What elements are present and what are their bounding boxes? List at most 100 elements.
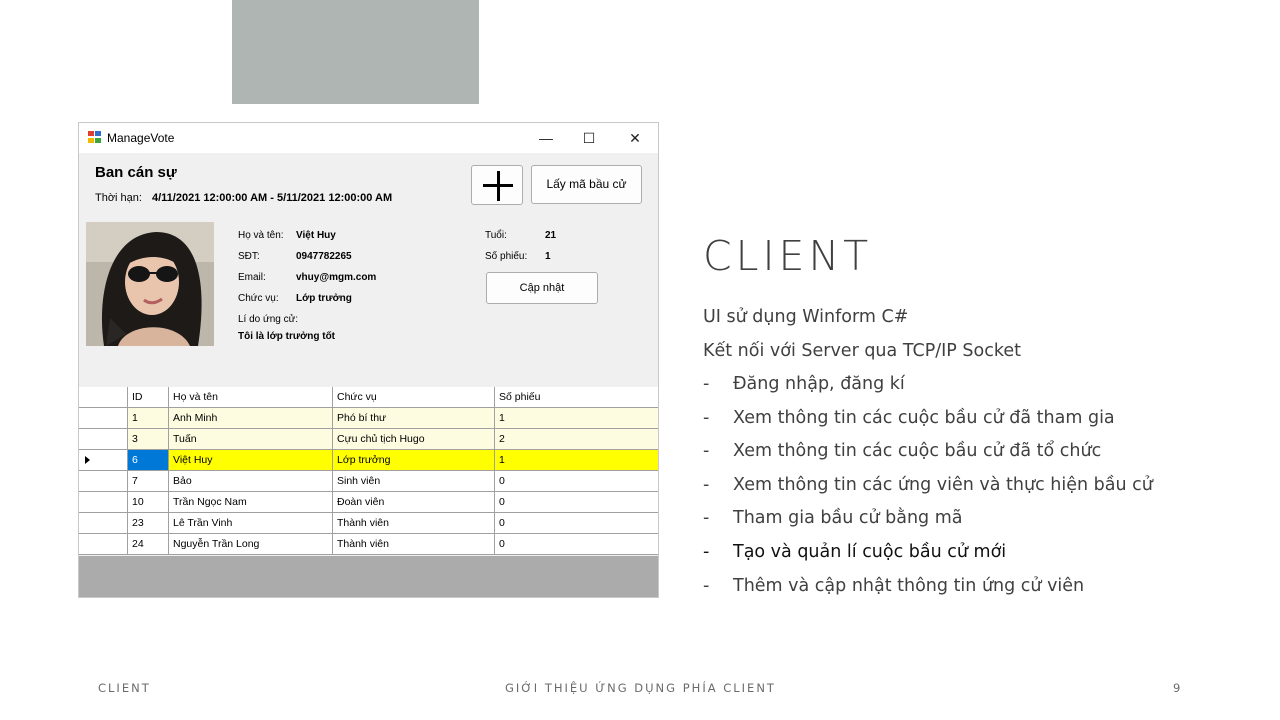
column-header[interactable]: Chức vụ — [333, 387, 495, 408]
table-cell-name[interactable]: Bảo — [169, 471, 333, 492]
table-row[interactable]: 10 Trần Ngọc Nam Đoàn viên 0 — [79, 492, 658, 513]
manage-vote-window: ManageVote — ☐ ✕ Ban cán sự Thời hạn: 4/… — [78, 122, 659, 598]
table-cell-id[interactable]: 7 — [128, 471, 169, 492]
column-header[interactable]: ID — [128, 387, 169, 408]
table-header: ID Họ và tên Chức vụ Số phiếu — [79, 387, 658, 408]
table-cell-votes[interactable]: 0 — [495, 471, 658, 492]
bullet-dash: - — [703, 508, 710, 529]
feature-bullet: - Tạo và quản lí cuộc bầu cử mới — [703, 542, 1006, 562]
table-cell-id[interactable]: 1 — [128, 408, 169, 429]
age-label: Tuổi: — [485, 230, 507, 241]
table-cell-position[interactable]: Thành viên — [333, 534, 495, 555]
email-label: Email: — [238, 272, 266, 283]
column-header[interactable]: Họ và tên — [169, 387, 333, 408]
name-value: Việt Huy — [296, 230, 336, 241]
table-cell-id[interactable]: 24 — [128, 534, 169, 555]
bullet-dash: - — [703, 374, 710, 394]
table-cell-name[interactable]: Việt Huy — [169, 450, 333, 471]
reason-value: Tôi là lớp trưởng tốt — [238, 331, 336, 342]
votes-value: 1 — [545, 251, 551, 262]
close-icon[interactable]: ✕ — [625, 128, 645, 148]
bullet-text: Tạo và quản lí cuộc bầu cử mới — [733, 542, 1007, 562]
table-cell-votes[interactable]: 0 — [495, 492, 658, 513]
table-cell-id[interactable]: 6 — [128, 450, 169, 471]
phone-label: SĐT: — [238, 251, 260, 262]
feature-bullet: - Xem thông tin các cuộc bầu cử đã tham g… — [703, 408, 1115, 428]
app-icon — [88, 131, 102, 144]
table-cell-name[interactable]: Nguyễn Trần Long — [169, 534, 333, 555]
table-cell-position[interactable]: Lớp trưởng — [333, 450, 495, 471]
column-header[interactable]: Số phiếu — [495, 387, 658, 408]
feature-bullet: - Xem thông tin các cuộc bầu cử đã tổ chứ… — [703, 441, 1101, 461]
table-cell-position[interactable]: Sinh viên — [333, 471, 495, 492]
phone-value: 0947782265 — [296, 251, 352, 262]
table-row[interactable]: 3 Tuấn Cựu chủ tịch Hugo 2 — [79, 429, 658, 450]
bullet-text: Xem thông tin các cuộc bầu cử đã tham gi… — [733, 407, 1115, 428]
bullet-text: Thêm và cập nhật thông tin ứng cử viên — [733, 575, 1085, 596]
name-label: Họ và tên: — [238, 230, 284, 241]
table-cell-position[interactable]: Phó bí thư — [333, 408, 495, 429]
position-value: Lớp trưởng — [296, 293, 352, 304]
get-vote-code-button[interactable]: Lấy mã bầu cử — [531, 165, 642, 204]
row-header[interactable] — [79, 408, 128, 429]
vote-name: Ban cán sự — [95, 164, 177, 181]
table-cell-votes[interactable]: 1 — [495, 408, 658, 429]
age-value: 21 — [545, 230, 557, 241]
table-cell-votes[interactable]: 0 — [495, 534, 658, 555]
table-cell-name[interactable]: Tuấn — [169, 429, 333, 450]
table-cell-name[interactable]: Lê Trần Vinh — [169, 513, 333, 534]
row-header[interactable] — [79, 513, 128, 534]
decorative-gray-block — [232, 0, 479, 104]
table-row[interactable]: 7 Bảo Sinh viên 0 — [79, 471, 658, 492]
table-cell-position[interactable]: Cựu chủ tịch Hugo — [333, 429, 495, 450]
row-header[interactable] — [79, 534, 128, 555]
table-cell-votes[interactable]: 0 — [495, 513, 658, 534]
footer-left: CLIENT — [98, 681, 151, 695]
row-header[interactable] — [79, 429, 128, 450]
table-cell-votes[interactable]: 1 — [495, 450, 658, 471]
table-row[interactable]: 1 Anh Minh Phó bí thư 1 — [79, 408, 658, 429]
row-header[interactable] — [79, 450, 128, 471]
intro-line: UI sử dụng Winform C# — [703, 307, 909, 327]
row-header[interactable] — [79, 471, 128, 492]
bullet-dash: - — [703, 474, 710, 495]
table-row[interactable]: 23 Lê Trần Vinh Thành viên 0 — [79, 513, 658, 534]
feature-bullet: - Xem thông tin các ứng viên và thực hiện… — [703, 475, 1153, 495]
bullet-text: Tham gia bầu cử bằng mã — [733, 508, 963, 529]
feature-bullet: - Đăng nhập, đăng kí — [703, 374, 905, 394]
bullet-text: Xem thông tin các cuộc bầu cử đã tổ chức — [733, 441, 1102, 462]
period-label: Thời hạn: — [95, 192, 142, 204]
page-number: 9 — [1173, 681, 1183, 695]
maximize-icon[interactable]: ☐ — [579, 128, 599, 148]
position-label: Chức vụ: — [238, 293, 279, 304]
table-cell-id[interactable]: 10 — [128, 492, 169, 513]
table-row[interactable]: 6 Việt Huy Lớp trưởng 1 — [79, 450, 658, 471]
add-candidate-button[interactable] — [471, 165, 523, 205]
bullet-text: Đăng nhập, đăng kí — [733, 374, 905, 394]
candidate-photo — [86, 222, 214, 346]
feature-bullet: - Tham gia bầu cử bằng mã — [703, 508, 963, 528]
table-row[interactable]: 24 Nguyễn Trần Long Thành viên 0 — [79, 534, 658, 555]
table-cell-id[interactable]: 3 — [128, 429, 169, 450]
period-value: 4/11/2021 12:00:00 AM - 5/11/2021 12:00:… — [152, 192, 393, 204]
bullet-dash: - — [703, 542, 710, 562]
update-button[interactable]: Cập nhật — [486, 272, 598, 304]
minimize-icon[interactable]: — — [536, 128, 556, 148]
table-cell-name[interactable]: Trần Ngọc Nam — [169, 492, 333, 513]
table-cell-votes[interactable]: 2 — [495, 429, 658, 450]
table-cell-id[interactable]: 23 — [128, 513, 169, 534]
row-header-corner — [79, 387, 128, 408]
votes-label: Số phiếu: — [485, 251, 528, 262]
feature-bullet: - Thêm và cập nhật thông tin ứng cử viên — [703, 576, 1084, 596]
table-cell-name[interactable]: Anh Minh — [169, 408, 333, 429]
table-cell-position[interactable]: Đoàn viên — [333, 492, 495, 513]
footer-center: GIỚI THIỆU ỨNG DỤNG PHÍA CLIENT — [505, 681, 776, 695]
table-cell-position[interactable]: Thành viên — [333, 513, 495, 534]
intro-line: Kết nối với Server qua TCP/IP Socket — [703, 341, 1021, 361]
slide-heading: CLIENT — [703, 232, 873, 280]
row-header[interactable] — [79, 492, 128, 513]
window-title: ManageVote — [107, 131, 175, 145]
window-titlebar: ManageVote — ☐ ✕ — [79, 123, 658, 153]
grid-empty-area — [79, 556, 658, 597]
bullet-text: Xem thông tin các ứng viên và thực hiện … — [733, 474, 1153, 495]
